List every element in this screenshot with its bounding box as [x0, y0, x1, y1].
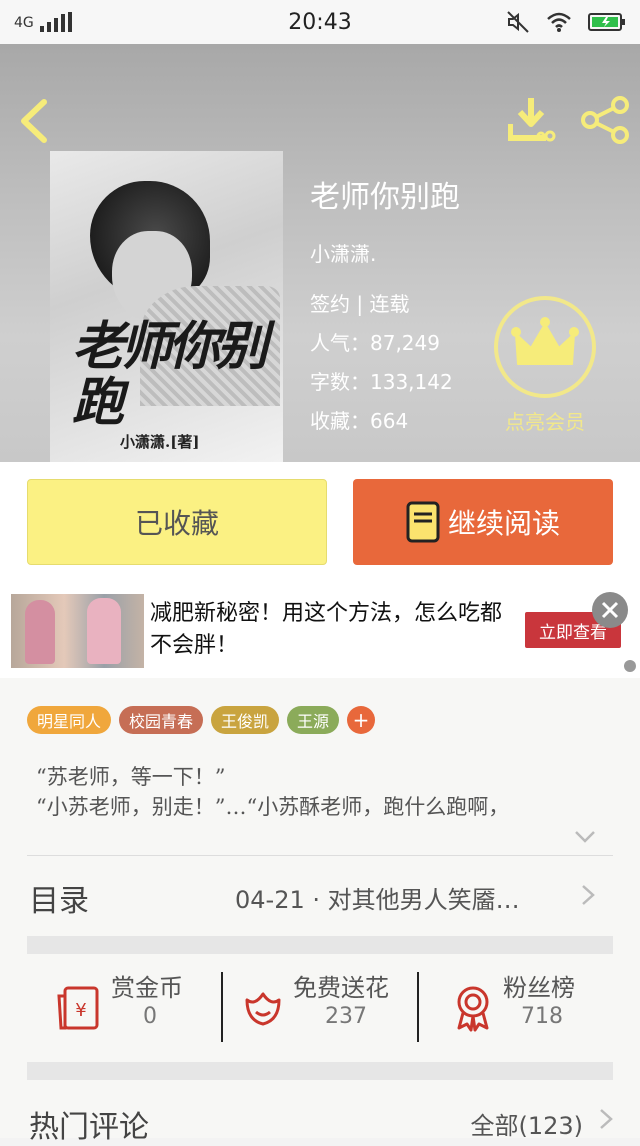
- reward-coins-count: 0: [143, 1004, 157, 1029]
- book-summary[interactable]: “苏老师，等一下！” “小苏老师，别走！”…“小苏酥老师，跑什么跑啊，: [36, 762, 616, 822]
- continue-reading-button[interactable]: 继续阅读: [353, 479, 613, 565]
- summary-line: “小苏老师，别走！”…“小苏酥老师，跑什么跑啊，: [36, 795, 510, 819]
- reward-coins-button[interactable]: ¥ 赏金币 0: [27, 968, 221, 1048]
- summary-line: “苏老师，等一下！”: [36, 765, 226, 789]
- table-of-contents-row[interactable]: 目录 04-21 · 对其他男人笑靥…: [27, 856, 613, 934]
- ad-marker-icon: [624, 660, 636, 672]
- tag[interactable]: 明星同人: [27, 706, 112, 734]
- book-details: 明星同人 校园青春 王俊凯 王源 + “苏老师，等一下！” “小苏老师，别走！”…: [0, 678, 640, 1145]
- action-bar: 已收藏 继续阅读: [0, 462, 640, 584]
- stats-row: ¥ 赏金币 0 免费送花 237 粉丝榜 718: [27, 968, 613, 1048]
- section-separator: [27, 936, 613, 954]
- red-envelope-icon: ¥: [57, 986, 99, 1030]
- status-bar: 4G 20:43: [0, 0, 640, 44]
- back-icon[interactable]: [16, 96, 56, 146]
- tag[interactable]: 校园青春: [119, 706, 204, 734]
- send-flower-button[interactable]: 免费送花 237: [223, 968, 417, 1048]
- book-favorites: 收藏：664: [310, 409, 409, 433]
- member-button[interactable]: [494, 296, 596, 398]
- book-header: 老师你别跑 小潇潇.[著] 老师你别跑 小潇潇. 签约 | 连载 人气：87,2…: [0, 44, 640, 462]
- fan-count: 718: [521, 1004, 563, 1029]
- book-author[interactable]: 小潇潇.: [310, 238, 460, 267]
- ad-close-button[interactable]: [592, 592, 628, 628]
- cover-author: 小潇潇.[著]: [120, 433, 200, 451]
- book-cover[interactable]: 老师你别跑 小潇潇.[著]: [50, 151, 283, 462]
- hot-comments-header[interactable]: 热门评论 全部(123): [27, 1088, 613, 1145]
- close-icon: [601, 601, 619, 619]
- reward-coins-label: 赏金币: [111, 974, 183, 1002]
- flower-count: 237: [325, 1004, 367, 1029]
- member-label[interactable]: 点亮会员: [494, 406, 596, 435]
- wifi-icon: [547, 12, 571, 32]
- ad-text[interactable]: 减肥新秘密！用这个方法，怎么吃都不会胖！: [150, 598, 510, 662]
- share-icon[interactable]: [580, 96, 630, 144]
- ad-banner[interactable]: 减肥新秘密！用这个方法，怎么吃都不会胖！ 立即查看: [0, 584, 640, 678]
- hot-comments-label: 热门评论: [29, 1110, 149, 1145]
- book-word-count: 字数：133,142: [310, 370, 453, 394]
- latest-chapter: 04-21 · 对其他男人笑靥…: [235, 886, 520, 914]
- favorited-button[interactable]: 已收藏: [27, 479, 327, 565]
- all-comments-link[interactable]: 全部(123): [470, 1106, 583, 1141]
- book-icon: [406, 501, 440, 543]
- tag-list: 明星同人 校园青春 王俊凯 王源 +: [27, 706, 376, 734]
- book-popularity: 人气：87,249: [310, 331, 440, 355]
- fan-ranking-button[interactable]: 粉丝榜 718: [419, 968, 613, 1048]
- book-info: 老师你别跑 小潇潇. 签约 | 连载 人气：87,249 字数：133,142 …: [310, 178, 460, 434]
- battery-icon: [588, 13, 625, 31]
- tag[interactable]: 王源: [287, 706, 340, 734]
- toc-label: 目录: [29, 884, 89, 919]
- add-tag-button[interactable]: +: [347, 706, 376, 734]
- mute-icon: [507, 11, 529, 33]
- ad-image[interactable]: [11, 594, 144, 668]
- flower-icon: [245, 992, 281, 1026]
- download-icon[interactable]: [508, 96, 558, 144]
- fan-ranking-label: 粉丝榜: [503, 974, 575, 1002]
- tag[interactable]: 王俊凯: [211, 706, 280, 734]
- book-title: 老师你别跑: [310, 180, 460, 215]
- continue-reading-label: 继续阅读: [447, 507, 560, 540]
- section-separator: [27, 1062, 613, 1080]
- chevron-right-icon: [582, 885, 595, 905]
- cover-title: 老师你别跑: [72, 316, 268, 433]
- svg-text:¥: ¥: [75, 1000, 86, 1021]
- send-flower-label: 免费送花: [293, 974, 389, 1002]
- chevron-down-icon[interactable]: [574, 830, 596, 844]
- badge-icon: [457, 986, 489, 1032]
- book-status: 签约 | 连载: [310, 292, 410, 316]
- crown-icon: [511, 317, 579, 365]
- chevron-right-icon: [600, 1109, 613, 1129]
